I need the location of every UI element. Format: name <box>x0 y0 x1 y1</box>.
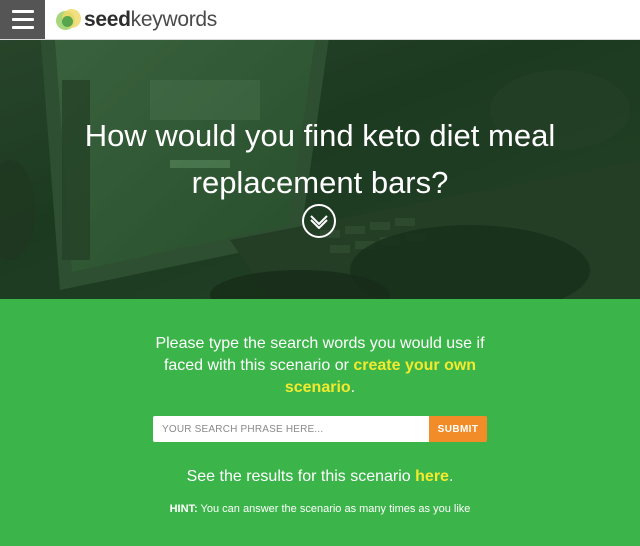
scenario-title: How would you find keto diet meal replac… <box>84 118 556 200</box>
chevron-down-icon <box>310 215 328 229</box>
results-text: See the results for this scenario here. <box>186 468 454 485</box>
logo[interactable]: seedkeywords <box>56 7 217 33</box>
logo-text-light: keywords <box>130 7 218 31</box>
top-bar: seedkeywords <box>0 0 640 40</box>
hero-banner: How would you find keto diet meal replac… <box>0 40 640 299</box>
scroll-down-button[interactable] <box>302 204 336 238</box>
hint-text: HINT: You can answer the scenario as man… <box>169 503 471 515</box>
submit-button[interactable]: SUBMIT <box>429 416 487 442</box>
search-form: SUBMIT <box>153 416 487 442</box>
hint-label: HINT: <box>169 503 198 515</box>
main-content: Please type the search words you would u… <box>0 333 640 515</box>
results-here-link[interactable]: here <box>415 468 449 485</box>
search-phrase-input[interactable] <box>153 416 429 442</box>
hamburger-menu-icon[interactable] <box>0 0 45 39</box>
logo-text-bold: seed <box>84 7 131 31</box>
seed-logo-icon <box>56 7 82 33</box>
instruction-text: Please type the search words you would u… <box>155 335 485 396</box>
